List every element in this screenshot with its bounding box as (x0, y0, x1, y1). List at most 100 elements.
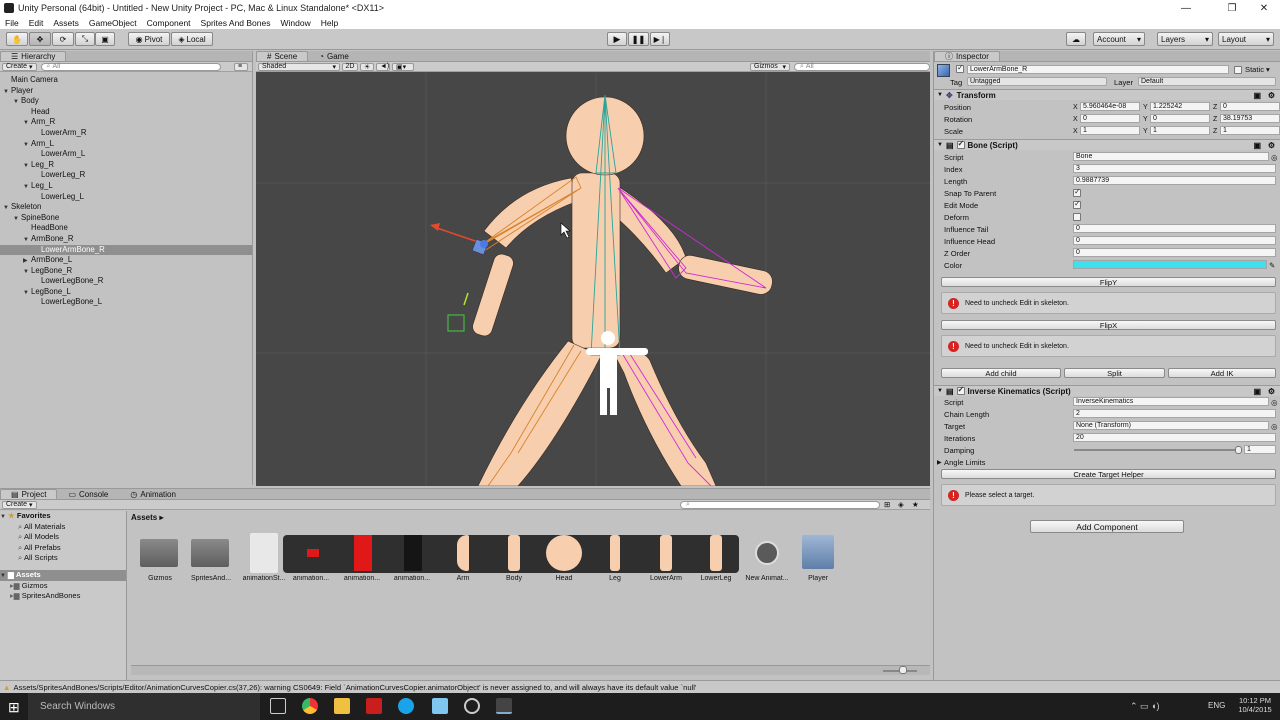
bone-field-value[interactable]: 0.9887739 (1073, 176, 1276, 185)
hierarchy-item[interactable]: LowerLeg_R (0, 170, 252, 181)
ik-script-header[interactable]: ▼ ▤ Inverse Kinematics (Script) ▣ ⚙ (934, 385, 1280, 396)
taskbar-search[interactable]: Search Windows (28, 693, 260, 720)
hierarchy-item[interactable]: ▼ Leg_R (0, 160, 252, 171)
bone-field-value[interactable]: Bone (1073, 152, 1269, 161)
split-button[interactable]: Split (1064, 368, 1165, 378)
scene-viewport[interactable] (256, 73, 930, 486)
menu-gameobject[interactable]: GameObject (84, 18, 142, 28)
create-dropdown[interactable]: Create ▾ (2, 62, 37, 71)
scene-canvas[interactable] (256, 73, 930, 486)
position-x-field[interactable]: 5.960464e-08 (1080, 102, 1140, 111)
ik-field-value[interactable]: InverseKinematics (1073, 397, 1269, 406)
bone-enabled-checkbox[interactable] (956, 139, 965, 149)
bone-field-value[interactable]: 0 (1073, 224, 1276, 233)
help-icon[interactable]: ▣ (1253, 141, 1261, 150)
favorite-item[interactable]: ⌕ All Models (0, 532, 126, 543)
scale-y-field[interactable]: 1 (1150, 126, 1210, 135)
object-picker-icon[interactable]: ◎ (1271, 398, 1278, 407)
menu-sprites-and-bones[interactable]: Sprites And Bones (196, 18, 276, 28)
tray-icons[interactable]: ⌃ ▭ ◖) (1130, 701, 1159, 712)
flipx-button[interactable]: FlipX (941, 320, 1276, 330)
menu-file[interactable]: File (0, 18, 24, 28)
filter-type-icon[interactable]: ⊞ (884, 500, 890, 509)
object-picker-icon[interactable]: ◎ (1271, 422, 1278, 431)
hierarchy-item[interactable]: ▼ Skeleton (0, 202, 252, 213)
bone-field-checkbox[interactable] (1073, 187, 1081, 197)
hierarchy-item[interactable]: ▼ ArmBone_R (0, 234, 252, 245)
filter-icon[interactable]: ≡ (234, 62, 248, 71)
bone-field-value[interactable]: 0 (1073, 236, 1276, 245)
chrome-icon[interactable] (302, 698, 318, 714)
hierarchy-item[interactable]: Head (0, 107, 252, 118)
hierarchy-item[interactable]: ▼ LegBone_R (0, 266, 252, 277)
assets-breadcrumb[interactable]: Assets ▸ (131, 513, 163, 522)
audio-icon[interactable]: ◄) (376, 62, 390, 71)
flipy-button[interactable]: FlipY (941, 277, 1276, 287)
transform-header[interactable]: ▼ ✥ Transform ▣ ⚙ (934, 89, 1280, 100)
eyedropper-icon[interactable]: ✎ (1269, 261, 1275, 270)
mode-2d-toggle[interactable]: 2D (342, 62, 358, 71)
project-search-input[interactable]: ⌕ (680, 500, 880, 509)
bone-field-value[interactable]: 3 (1073, 164, 1276, 173)
gear-icon[interactable]: ⚙ (1268, 141, 1275, 150)
favorite-item[interactable]: ⌕ All Materials (0, 522, 126, 533)
object-name-field[interactable]: LowerArmBone_R (967, 65, 1229, 74)
effects-icon[interactable]: ▣▾ (392, 62, 414, 71)
scale-x-field[interactable]: 1 (1080, 126, 1140, 135)
hierarchy-item[interactable]: LowerLegBone_L (0, 297, 252, 308)
help-icon[interactable]: ▣ (1253, 91, 1261, 100)
step-button[interactable]: ▶❘ (650, 32, 670, 46)
position-z-field[interactable]: 0 (1220, 102, 1280, 111)
damping-slider-handle[interactable] (1235, 446, 1242, 454)
hierarchy-item[interactable]: ▼ Player (0, 86, 252, 97)
hierarchy-search-input[interactable]: ⌕ All (40, 62, 221, 71)
star-icon[interactable]: ★ (912, 500, 919, 509)
gear-icon[interactable]: ⚙ (1268, 387, 1275, 396)
layer-dropdown[interactable]: Default (1138, 77, 1276, 86)
unity-taskbar-icon[interactable] (496, 698, 512, 714)
windows-start-icon[interactable]: ⊞ (8, 699, 20, 716)
light-icon[interactable]: ☀ (360, 62, 374, 71)
minimize-icon[interactable]: — (1166, 0, 1206, 16)
move-tool-icon[interactable]: ✥ (29, 32, 51, 46)
menu-help[interactable]: Help (316, 18, 343, 28)
pause-button[interactable]: ❚❚ (628, 32, 649, 46)
hierarchy-item[interactable]: ▼ Arm_R (0, 117, 252, 128)
position-y-field[interactable]: 1.225242 (1150, 102, 1210, 111)
bone-color-field[interactable] (1073, 260, 1267, 269)
active-checkbox[interactable] (956, 63, 964, 75)
taskbar-clock[interactable]: 10:12 PM 10/4/2015 (1236, 696, 1274, 714)
menu-edit[interactable]: Edit (24, 18, 49, 28)
rotate-tool-icon[interactable]: ⟳ (52, 32, 74, 46)
rotation-y-field[interactable]: 0 (1150, 114, 1210, 123)
help-icon[interactable]: ▣ (1253, 387, 1261, 396)
hierarchy-item[interactable]: ▼ Arm_L (0, 139, 252, 150)
add-component-button[interactable]: Add Component (1030, 520, 1184, 533)
task-view-icon[interactable] (270, 698, 286, 714)
favorite-item[interactable]: ⌕ All Prefabs (0, 543, 126, 554)
folder-item[interactable]: ▸▆ SpritesAndBones (0, 591, 126, 602)
language-indicator[interactable]: ENG (1208, 701, 1225, 710)
rotation-z-field[interactable]: 38.19753 (1220, 114, 1280, 123)
damping-field[interactable]: 1 (1244, 445, 1276, 454)
tab-hierarchy[interactable]: ☰ Hierarchy (0, 51, 67, 61)
favorite-item[interactable]: ⌕ All Scripts (0, 553, 126, 564)
add-ik-button[interactable]: Add IK (1168, 368, 1276, 378)
hierarchy-item[interactable]: LowerArm_R (0, 128, 252, 139)
ik-field-value[interactable]: 2 (1073, 409, 1276, 418)
tab-scene[interactable]: # Scene (256, 51, 309, 61)
folder-item[interactable]: ▸▆ Gizmos (0, 581, 126, 592)
scene-search-input[interactable]: ⌕ All (794, 62, 930, 71)
gizmos-dropdown[interactable]: Gizmos ▾ (750, 62, 790, 71)
tab-animation[interactable]: ◷ Animation (119, 489, 187, 499)
pivot-button[interactable]: ◉ Pivot (128, 32, 170, 46)
cloud-icon[interactable]: ☁ (1066, 32, 1086, 46)
zoom-slider-handle[interactable] (899, 666, 907, 674)
bone-field-checkbox[interactable] (1073, 213, 1081, 221)
project-create-dropdown[interactable]: Create ▾ (2, 500, 37, 509)
bone-script-header[interactable]: ▼ ▤ Bone (Script) ▣ ⚙ (934, 139, 1280, 150)
play-button[interactable]: ▶ (607, 32, 627, 46)
rect-tool-icon[interactable]: ▣ (95, 32, 115, 46)
layout-dropdown[interactable]: Layout ▾ (1218, 32, 1274, 46)
layers-dropdown[interactable]: Layers ▾ (1157, 32, 1213, 46)
